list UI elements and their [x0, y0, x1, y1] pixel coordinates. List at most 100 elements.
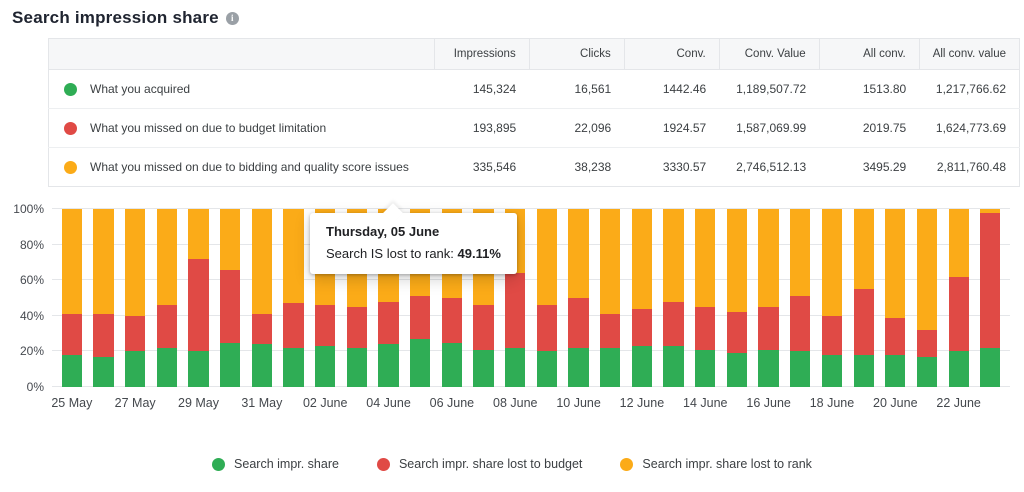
bar-segment	[980, 348, 1000, 387]
bar-segment	[822, 209, 842, 316]
bar-segment	[283, 209, 303, 303]
x-axis-label: 29 May	[178, 396, 219, 410]
x-axis-label: 16 June	[746, 396, 790, 410]
cell-conv-value: 2,746,512.13	[719, 148, 819, 187]
chart-legend: Search impr. share Search impr. share lo…	[8, 457, 1016, 471]
legend-item-lost-to-rank[interactable]: Search impr. share lost to rank	[620, 457, 812, 471]
tooltip-date: Thursday, 05 June	[326, 224, 501, 239]
bar-segment	[854, 355, 874, 387]
bar-20-june[interactable]: 20 June	[879, 209, 911, 387]
bar-16-june[interactable]: 16 June	[753, 209, 785, 387]
bar-15-june[interactable]	[721, 209, 753, 387]
bar-22-june[interactable]: 22 June	[943, 209, 975, 387]
bar-segment	[473, 305, 493, 350]
cell-all-conv: 1513.80	[819, 70, 919, 109]
y-axis-label: 60%	[20, 273, 44, 287]
bar-09-june[interactable]	[531, 209, 563, 387]
bar-segment	[917, 209, 937, 330]
bar-segment	[695, 307, 715, 350]
bar-segment	[885, 209, 905, 318]
table-row: What you missed on due to budget limitat…	[49, 109, 1020, 148]
bar-30-may[interactable]	[214, 209, 246, 387]
y-axis: 0%20%40%60%80%100%	[10, 209, 52, 387]
column-header-conv: Conv.	[624, 39, 719, 70]
bar-27-may[interactable]: 27 May	[119, 209, 151, 387]
budget-color-dot	[64, 122, 77, 135]
bar-segment	[663, 346, 683, 387]
bar-13-june[interactable]	[658, 209, 690, 387]
bar-segment	[125, 209, 145, 316]
bar-segment	[93, 314, 113, 357]
bar-segment	[727, 209, 747, 312]
bar-18-june[interactable]: 18 June	[816, 209, 848, 387]
bar-segment	[663, 302, 683, 347]
info-icon[interactable]: i	[226, 12, 239, 25]
column-header-clicks: Clicks	[529, 39, 624, 70]
bar-segment	[758, 350, 778, 387]
legend-item-share[interactable]: Search impr. share	[212, 457, 339, 471]
bar-segment	[568, 298, 588, 348]
table-header-row: Impressions Clicks Conv. Conv. Value All…	[49, 39, 1020, 70]
green-legend-dot	[212, 458, 225, 471]
bar-25-may[interactable]: 25 May	[56, 209, 88, 387]
bar-segment	[93, 357, 113, 387]
label-column-header	[49, 39, 435, 70]
bar-segment	[378, 302, 398, 345]
bar-21-june[interactable]	[911, 209, 943, 387]
legend-label: Search impr. share	[234, 457, 339, 471]
cell-clicks: 16,561	[529, 70, 624, 109]
chart-tooltip: Thursday, 05 June Search IS lost to rank…	[310, 213, 517, 274]
bar-segment	[62, 209, 82, 314]
cell-all-conv-value: 1,217,766.62	[919, 70, 1019, 109]
bar-28-may[interactable]	[151, 209, 183, 387]
bar-segment	[378, 344, 398, 387]
y-axis-label: 40%	[20, 309, 44, 323]
bar-segment	[252, 344, 272, 387]
bar-segment	[442, 343, 462, 388]
legend-label: Search impr. share lost to rank	[642, 457, 812, 471]
bar-series: 25 May27 May29 May31 May02 June04 June06…	[52, 209, 1010, 387]
bar-31-may[interactable]: 31 May	[246, 209, 278, 387]
cell-conv-value: 1,587,069.99	[719, 109, 819, 148]
bar-segment	[252, 314, 272, 344]
bar-segment	[473, 350, 493, 387]
cell-conv-value: 1,189,507.72	[719, 70, 819, 109]
bar-19-june[interactable]	[848, 209, 880, 387]
bar-26-may[interactable]	[88, 209, 120, 387]
x-axis-label: 06 June	[430, 396, 474, 410]
bar-segment	[917, 330, 937, 357]
bar-segment	[125, 351, 145, 387]
bar-segment	[854, 209, 874, 289]
panel-header: Search impression share i	[8, 6, 1016, 28]
bar-segment	[157, 209, 177, 305]
x-axis-label: 02 June	[303, 396, 347, 410]
bar-12-june[interactable]: 12 June	[626, 209, 658, 387]
bar-segment	[442, 298, 462, 343]
bar-segment	[410, 296, 430, 339]
bar-10-june[interactable]: 10 June	[563, 209, 595, 387]
bar-segment	[188, 259, 208, 352]
bar-segment	[537, 209, 557, 305]
legend-label: Search impr. share lost to budget	[399, 457, 582, 471]
bar-segment	[885, 318, 905, 355]
bar-segment	[568, 348, 588, 387]
bar-01-june[interactable]	[278, 209, 310, 387]
bar-23-june[interactable]	[974, 209, 1006, 387]
bar-segment	[220, 270, 240, 343]
column-header-all-conv-value: All conv. value	[919, 39, 1019, 70]
bar-segment	[949, 277, 969, 352]
cell-conv: 3330.57	[624, 148, 719, 187]
cell-impressions: 193,895	[434, 109, 529, 148]
bar-segment	[220, 209, 240, 270]
bar-11-june[interactable]	[594, 209, 626, 387]
bar-17-june[interactable]	[784, 209, 816, 387]
bar-segment	[949, 351, 969, 387]
y-axis-label: 20%	[20, 344, 44, 358]
bar-14-june[interactable]: 14 June	[689, 209, 721, 387]
bar-segment	[315, 346, 335, 387]
bar-segment	[727, 353, 747, 387]
bar-29-may[interactable]: 29 May	[183, 209, 215, 387]
legend-item-lost-to-budget[interactable]: Search impr. share lost to budget	[377, 457, 582, 471]
bar-segment	[695, 209, 715, 307]
x-axis-label: 25 May	[51, 396, 92, 410]
